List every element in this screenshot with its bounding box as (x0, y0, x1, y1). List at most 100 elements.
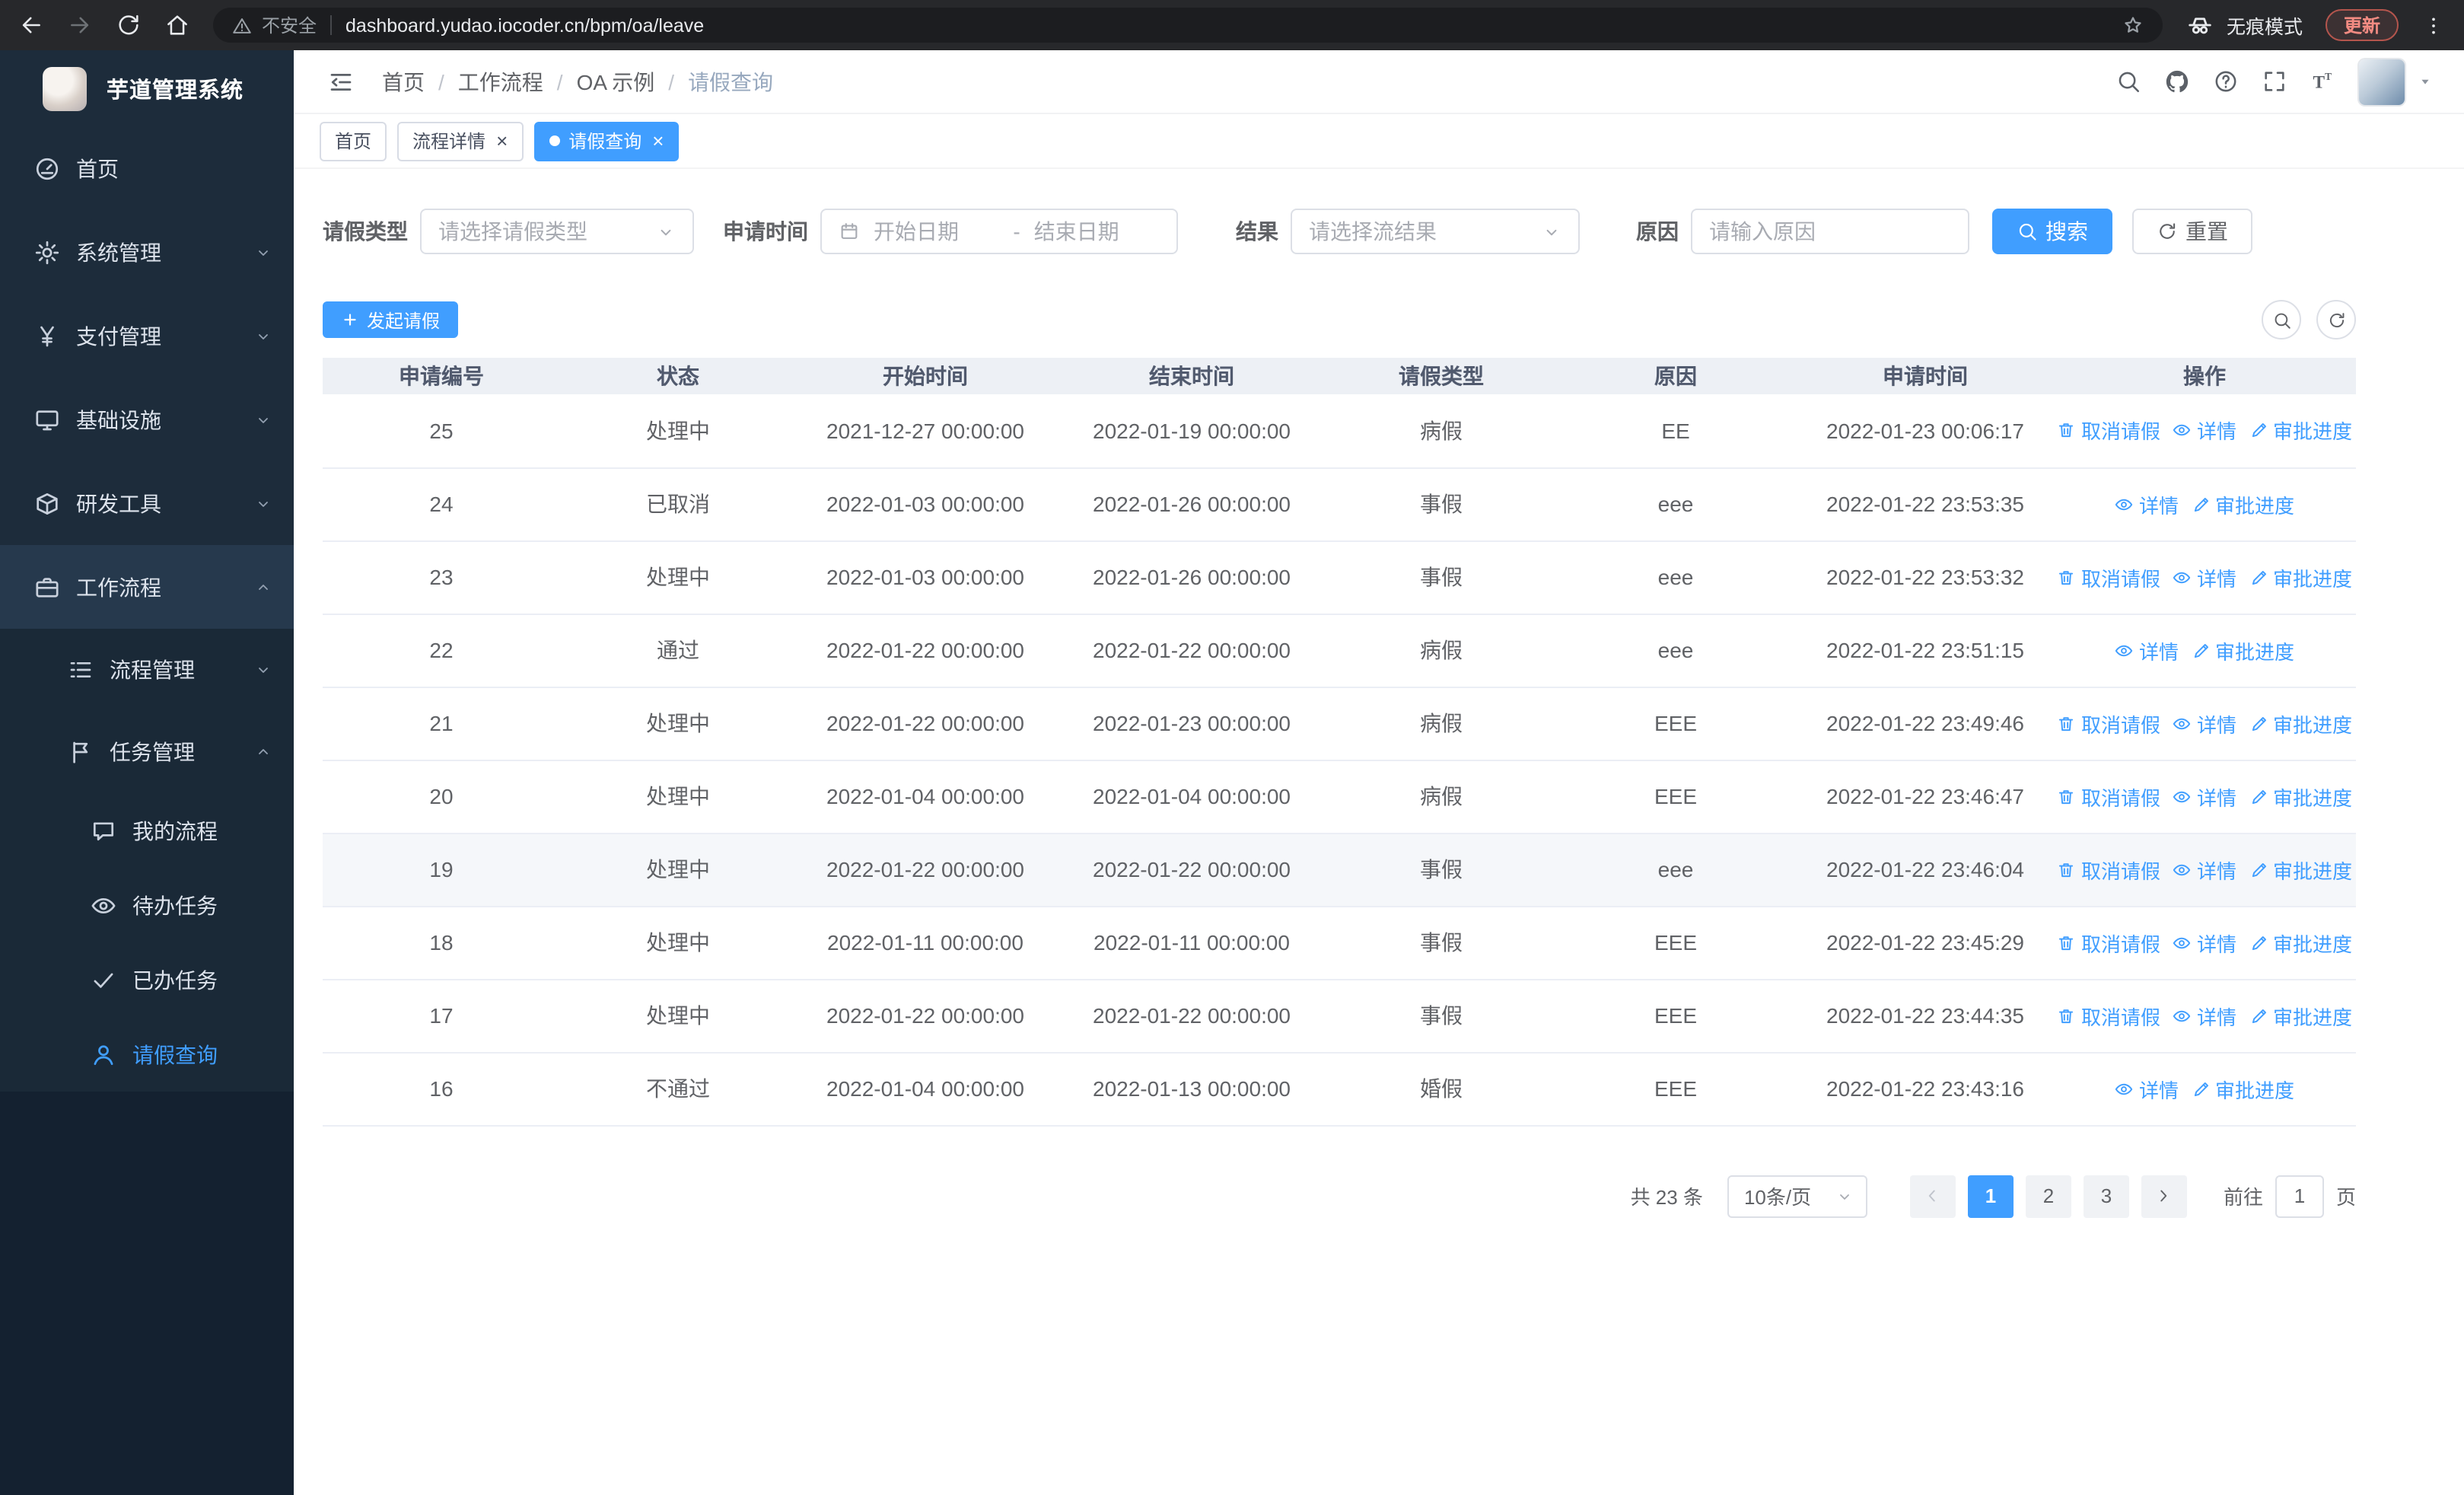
leave-type-select[interactable]: 请选择请假类型 (420, 209, 694, 254)
result-select[interactable]: 请选择流结果 (1291, 209, 1580, 254)
sidebar-item[interactable]: 基础设施 (0, 378, 294, 461)
cancel-leave-link[interactable]: 取消请假 (2057, 709, 2160, 738)
cancel-leave-link[interactable]: 取消请假 (2057, 928, 2160, 957)
detail-link[interactable]: 详情 (2115, 636, 2179, 665)
cancel-leave-link[interactable]: 取消请假 (2057, 782, 2160, 811)
approval-progress-link[interactable]: 审批进度 (2249, 416, 2352, 445)
breadcrumb-item[interactable]: OA 示例 (577, 66, 655, 97)
approval-progress-link[interactable]: 审批进度 (2249, 855, 2352, 884)
github-icon[interactable] (2164, 69, 2190, 94)
approval-progress-link[interactable]: 审批进度 (2191, 489, 2294, 518)
sidebar-item[interactable]: 研发工具 (0, 461, 294, 545)
prev-page-button[interactable] (1909, 1175, 1956, 1217)
cancel-leave-link[interactable]: 取消请假 (2057, 563, 2160, 591)
logo[interactable]: 芋道管理系统 (0, 50, 294, 126)
approval-progress-link[interactable]: 审批进度 (2249, 782, 2352, 811)
sidebar-item[interactable]: 首页 (0, 126, 294, 210)
url-text[interactable]: dashboard.yudao.iocoder.cn/bpm/oa/leave (345, 14, 704, 36)
page-button-3[interactable]: 3 (2083, 1175, 2129, 1217)
detail-link[interactable]: 详情 (2173, 563, 2236, 591)
detail-link[interactable]: 详情 (2115, 489, 2179, 518)
sidebar-item[interactable]: 已办任务 (0, 942, 294, 1017)
pagination: 共 23 条 10条/页 123 前往 页 (323, 1175, 2356, 1217)
close-icon[interactable]: × (652, 131, 664, 151)
cancel-leave-link[interactable]: 取消请假 (2057, 416, 2160, 445)
sidebar-item[interactable]: 任务管理 (0, 711, 294, 793)
approval-progress-link[interactable]: 审批进度 (2249, 928, 2352, 957)
page-button-1[interactable]: 1 (1967, 1175, 2014, 1217)
font-size-icon[interactable]: TT (2310, 69, 2336, 94)
delete-icon (2057, 859, 2077, 879)
breadcrumb-item[interactable]: 首页 (382, 66, 425, 97)
list-icon (67, 656, 94, 684)
incognito-icon (2185, 11, 2214, 40)
page-button-2[interactable]: 2 (2025, 1175, 2071, 1217)
refresh-table-button[interactable] (2316, 300, 2356, 339)
cell-applied: 2022-01-22 23:53:32 (1797, 540, 2053, 614)
fullscreen-icon[interactable] (2262, 69, 2287, 94)
approval-progress-link[interactable]: 审批进度 (2249, 563, 2352, 591)
sidebar-item-label: 研发工具 (76, 491, 161, 515)
breadcrumb-item[interactable]: 工作流程 (458, 66, 543, 97)
sidebar-item[interactable]: 流程管理 (0, 629, 294, 711)
forward-icon[interactable] (67, 12, 93, 38)
approval-progress-link[interactable]: 审批进度 (2191, 1074, 2294, 1103)
search-icon[interactable] (2115, 69, 2141, 94)
detail-link[interactable]: 详情 (2173, 416, 2236, 445)
detail-link[interactable]: 详情 (2173, 855, 2236, 884)
bookmark-star-icon[interactable] (2122, 14, 2144, 37)
close-icon[interactable]: × (496, 131, 508, 151)
security-label[interactable]: 不安全 (262, 12, 317, 38)
approval-progress-link[interactable]: 审批进度 (2249, 1001, 2352, 1030)
chevron-down-icon[interactable] (2417, 73, 2434, 90)
tab[interactable]: 首页 (320, 121, 387, 161)
help-icon[interactable] (2213, 69, 2239, 94)
select-placeholder: 请选择请假类型 (438, 219, 587, 244)
toggle-search-button[interactable] (2262, 300, 2301, 339)
breadcrumb-separator: / (556, 69, 563, 94)
detail-link[interactable]: 详情 (2173, 782, 2236, 811)
reset-button[interactable]: 重置 (2132, 209, 2252, 254)
user-avatar[interactable] (2359, 59, 2405, 104)
collapse-menu-icon[interactable] (327, 68, 355, 95)
detail-link[interactable]: 详情 (2173, 928, 2236, 957)
search-button[interactable]: 搜索 (1992, 209, 2112, 254)
reload-icon[interactable] (116, 12, 142, 38)
detail-link[interactable]: 详情 (2115, 1074, 2179, 1103)
sidebar-item[interactable]: 工作流程 (0, 545, 294, 629)
reason-input[interactable] (1691, 209, 1969, 254)
cell-status: 处理中 (560, 394, 796, 468)
divider (330, 15, 333, 35)
tab[interactable]: 请假查询 × (533, 121, 680, 161)
page-size-select[interactable]: 10条/页 (1727, 1175, 1867, 1217)
table-row: 18 处理中 2022-01-11 00:00:00 2022-01-11 00:00… (323, 906, 2356, 980)
sidebar-item[interactable]: 待办任务 (0, 868, 294, 942)
sidebar-item[interactable]: 请假查询 (0, 1017, 294, 1092)
tab[interactable]: 流程详情 × (397, 121, 524, 161)
update-button[interactable]: 更新 (2325, 9, 2399, 41)
next-page-button[interactable] (2141, 1175, 2187, 1217)
chevron-up-icon (254, 743, 272, 761)
browser-home-icon[interactable] (164, 12, 190, 38)
approval-progress-link[interactable]: 审批进度 (2249, 709, 2352, 738)
sidebar-item[interactable]: 支付管理 (0, 294, 294, 378)
cell-applied: 2022-01-23 00:06:17 (1797, 394, 2053, 468)
cell-start: 2022-01-22 00:00:00 (796, 614, 1055, 687)
screen: 不安全 dashboard.yudao.iocoder.cn/bpm/oa/le… (0, 0, 2464, 1495)
back-icon[interactable] (18, 12, 44, 38)
sidebar-item[interactable]: 我的流程 (0, 793, 294, 868)
apply-time-range[interactable]: 开始日期 - 结束日期 (820, 209, 1178, 254)
cancel-leave-link[interactable]: 取消请假 (2057, 1001, 2160, 1030)
cancel-leave-link[interactable]: 取消请假 (2057, 855, 2160, 884)
goto-page-input[interactable] (2275, 1175, 2324, 1217)
browser-menu-icon[interactable] (2421, 13, 2446, 37)
check-icon (90, 966, 117, 993)
approval-progress-link[interactable]: 审批进度 (2191, 636, 2294, 665)
detail-link[interactable]: 详情 (2173, 709, 2236, 738)
url-bar[interactable]: 不安全 dashboard.yudao.iocoder.cn/bpm/oa/le… (213, 8, 2163, 43)
tab-label: 请假查询 (568, 131, 642, 152)
sidebar-item[interactable]: 系统管理 (0, 210, 294, 294)
create-leave-button[interactable]: 发起请假 (323, 301, 459, 338)
detail-link[interactable]: 详情 (2173, 1001, 2236, 1030)
incognito-label: 无痕模式 (2226, 17, 2303, 38)
